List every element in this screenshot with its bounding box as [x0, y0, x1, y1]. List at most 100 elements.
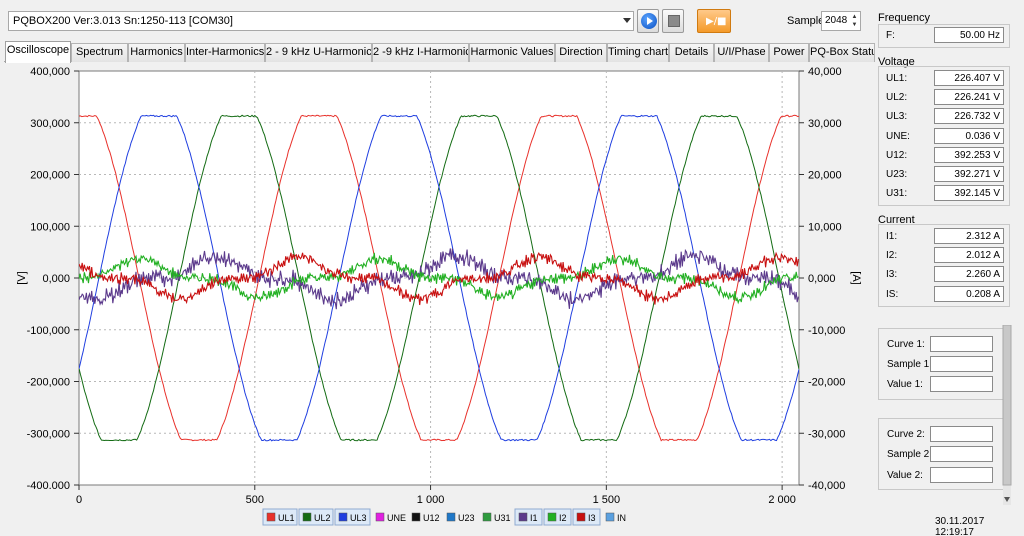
legend-label-in[interactable]: IN: [617, 513, 626, 523]
spinner-icon[interactable]: ▲ ▼: [850, 13, 859, 29]
legend-label-u12[interactable]: U12: [423, 513, 440, 523]
panel-scrollbar[interactable]: [1002, 325, 1012, 505]
y-left-tick-label: 100,000: [30, 221, 70, 233]
tab-harmonic-values[interactable]: Harmonic Values: [469, 43, 555, 62]
voltage-label: U31:: [886, 188, 908, 199]
legend-label-ul3[interactable]: UL3: [350, 513, 367, 523]
tab-2-9-khz-i-harmonics[interactable]: 2 -9 kHz I-Harmonics: [372, 43, 469, 62]
tab-power[interactable]: Power: [769, 43, 809, 62]
current-label: I1:: [886, 231, 898, 242]
current-value: 2.260 A: [934, 266, 1004, 282]
voltage-value: 226.241 V: [934, 89, 1004, 105]
x-tick-label: 1 000: [417, 494, 445, 506]
voltage-value: 226.407 V: [934, 70, 1004, 86]
legend-label-i2[interactable]: I2: [559, 513, 567, 523]
frequency-label: F:: [886, 30, 895, 41]
tab-direction[interactable]: Direction: [555, 43, 607, 62]
voltage-label: U23:: [886, 169, 908, 180]
legend-label-u31[interactable]: U31: [494, 513, 511, 523]
legend-swatch-ul3: [338, 512, 348, 522]
legend-swatch-ul1: [266, 512, 276, 522]
tab-u-i-phase[interactable]: U/I/Phase: [714, 43, 769, 62]
legend-label-ul2[interactable]: UL2: [314, 513, 331, 523]
legend-label-i3[interactable]: I3: [588, 513, 596, 523]
y-left-tick-label: 300,000: [30, 118, 70, 130]
current-value: 0.208 A: [934, 286, 1004, 302]
tab-harmonics[interactable]: Harmonics: [128, 43, 185, 62]
current-label: IS:: [886, 289, 899, 300]
y-right-tick-label: -10,000: [808, 325, 845, 337]
frequency-value: 50.00 Hz: [934, 27, 1004, 43]
y-left-tick-label: -200,000: [27, 377, 70, 389]
status-datetime: 30.11.2017 12:19:17: [935, 516, 985, 536]
y-left-tick-label: 200,000: [30, 170, 70, 182]
tab-oscilloscope[interactable]: Oscilloscope: [5, 41, 71, 63]
cursor2-label: Sample 2:: [887, 449, 933, 460]
tab-spectrum[interactable]: Spectrum: [71, 43, 128, 62]
y-right-axis-label: [A]: [850, 271, 862, 284]
cursor2-label: Curve 2:: [887, 429, 925, 440]
current-value: 2.012 A: [934, 247, 1004, 263]
legend-swatch-i2: [547, 512, 557, 522]
device-select[interactable]: PQBOX200 Ver:3.013 Sn:1250-113 [COM30]: [8, 11, 634, 31]
legend-label-une[interactable]: UNE: [387, 513, 406, 523]
cursor1-label: Sample 1:: [887, 359, 933, 370]
voltage-label: UL1:: [886, 73, 908, 84]
legend-swatch-i1: [518, 512, 528, 522]
play-pause-button[interactable]: ▶/■: [697, 9, 731, 33]
y-right-tick-label: -40,000: [808, 480, 845, 492]
legend-label-i1[interactable]: I1: [530, 513, 538, 523]
voltage-value: 392.253 V: [934, 147, 1004, 163]
y-right-tick-label: 10,000: [808, 221, 842, 233]
x-tick-label: 2 000: [768, 494, 796, 506]
y-right-tick-label: 30,000: [808, 118, 842, 130]
sample-value: 2048: [825, 15, 848, 26]
y-left-axis-label: [V]: [16, 271, 28, 284]
cursor1-label: Curve 1:: [887, 339, 925, 350]
tab-timing-chart[interactable]: Timing chart: [607, 43, 669, 62]
voltage-value: 392.145 V: [934, 185, 1004, 201]
y-right-tick-label: 40,000: [808, 66, 842, 78]
y-right-tick-label: -30,000: [808, 428, 845, 440]
sample-input[interactable]: 2048 ▲ ▼: [821, 11, 861, 31]
stop-button[interactable]: [662, 9, 684, 33]
tab-pq-box-status[interactable]: PQ-Box Status: [809, 43, 875, 62]
voltage-label: U12:: [886, 150, 908, 161]
voltage-value: 226.732 V: [934, 108, 1004, 124]
legend-label-u23[interactable]: U23: [458, 513, 475, 523]
cursor2-value: [930, 467, 993, 483]
voltage-label: UNE:: [886, 131, 910, 142]
x-tick-label: 1 500: [593, 494, 621, 506]
cursor2-value: [930, 446, 993, 462]
legend-swatch-in: [605, 512, 615, 522]
dropdown-arrow-icon: [623, 18, 631, 23]
legend-swatch-une: [375, 512, 385, 522]
legend-swatch-i3: [576, 512, 586, 522]
current-value: 2.312 A: [934, 228, 1004, 244]
stop-icon: [668, 15, 680, 27]
play-button[interactable]: [637, 9, 659, 33]
y-right-tick-label: 0,000: [808, 273, 836, 285]
y-left-tick-label: -300,000: [27, 428, 70, 440]
legend-swatch-ul2: [302, 512, 312, 522]
play-pause-icon: ▶/■: [706, 16, 727, 27]
oscilloscope-chart[interactable]: 0 500 1 000 1 500 2 000 400,000 300,000 200,000…: [0, 62, 868, 536]
y-right-tick-label: -20,000: [808, 377, 845, 389]
cursor1-value: [930, 376, 993, 392]
legend-label-ul1[interactable]: UL1: [278, 513, 295, 523]
cursor2-value: [930, 426, 993, 442]
current-label: I2:: [886, 250, 898, 261]
tab-details[interactable]: Details: [669, 43, 714, 62]
tab-2-9-khz-u-harmonics[interactable]: 2 - 9 kHz U-Harmonics: [265, 43, 372, 62]
tab-bar: Oscilloscope Spectrum Harmonics Inter-Harmo…: [4, 41, 875, 63]
legend-swatch-u12: [411, 512, 421, 522]
tab-inter-harmonics[interactable]: Inter-Harmonics: [185, 43, 265, 62]
x-tick-label: 0: [76, 494, 82, 506]
y-left-tick-label: -400.000: [27, 480, 70, 492]
x-tick-label: 500: [246, 494, 264, 506]
y-left-tick-label: 400,000: [30, 66, 70, 78]
voltage-label: UL3:: [886, 111, 908, 122]
cursor1-value: [930, 356, 993, 372]
y-left-tick-label: 0,000: [42, 273, 70, 285]
voltage-label: UL2:: [886, 92, 908, 103]
